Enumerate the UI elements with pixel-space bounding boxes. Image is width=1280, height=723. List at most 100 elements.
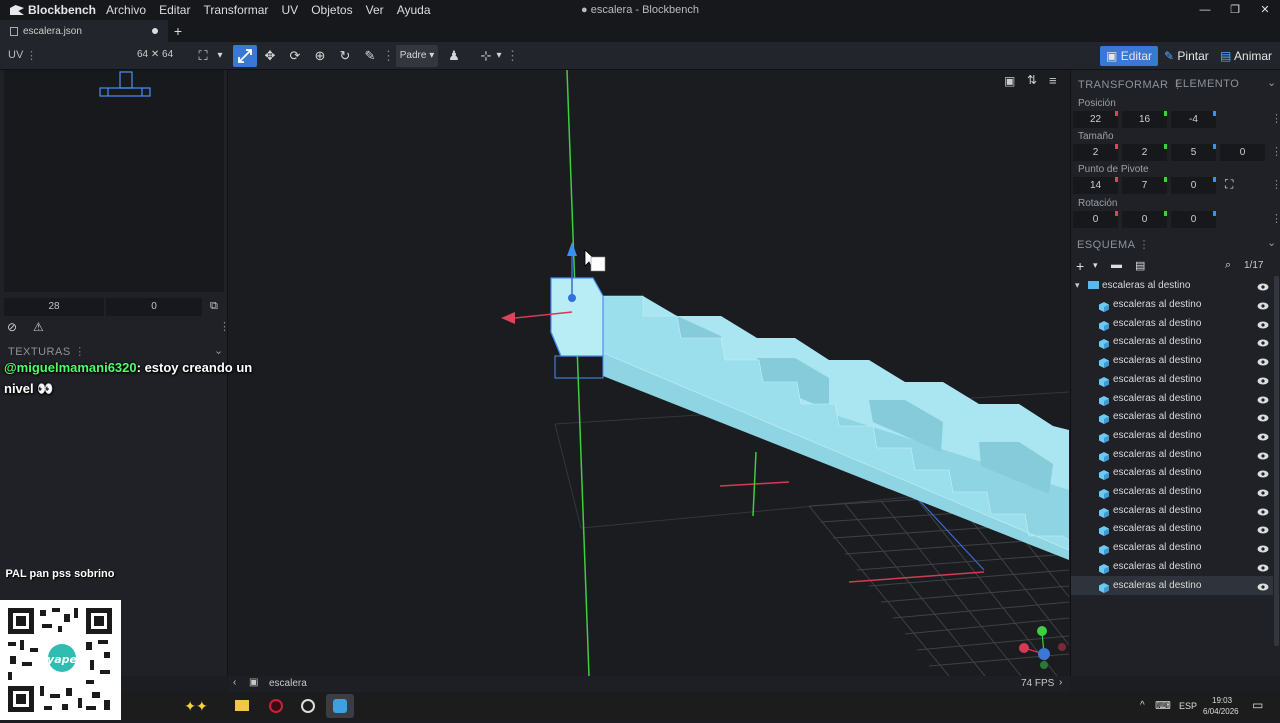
new-tab-button[interactable]: +	[170, 22, 186, 40]
gizmo-center-icon[interactable]	[568, 294, 576, 302]
status-back-icon[interactable]: ‹	[233, 677, 236, 688]
rotation-y-field[interactable]: 0	[1122, 211, 1167, 228]
eye-icon[interactable]	[1257, 449, 1269, 460]
3d-viewport[interactable]: ▣ ⇅ ≡	[229, 70, 1069, 676]
tray-chevron-icon[interactable]: ^	[1140, 700, 1145, 711]
textures-collapse-icon[interactable]: ⌄	[214, 344, 223, 357]
rotation-menu-icon[interactable]: ⋮	[1271, 212, 1280, 225]
eye-icon[interactable]	[1257, 374, 1269, 385]
tab-escalera[interactable]: escalera.json	[0, 20, 168, 42]
eye-icon[interactable]	[1257, 355, 1269, 366]
clock-date[interactable]: 6/04/2026	[1203, 707, 1239, 716]
pivot-menu-icon[interactable]: ⋮	[1271, 178, 1280, 191]
eye-icon[interactable]	[1257, 430, 1269, 441]
gizmo-x-arrow-icon[interactable]	[501, 312, 515, 324]
outliner-item[interactable]: escaleras al destino	[1071, 501, 1273, 520]
outliner-item[interactable]: escaleras al destino	[1071, 482, 1273, 501]
brush-tool-icon[interactable]: ✎	[360, 45, 380, 67]
pivot-tool-icon[interactable]: ⊕	[310, 45, 330, 67]
pivot-mode-select[interactable]: Padre ▾	[396, 45, 438, 67]
menu-ayuda[interactable]: Ayuda	[397, 3, 431, 17]
translate-tool-icon[interactable]: ✥	[260, 45, 280, 67]
eye-icon[interactable]	[1257, 580, 1269, 590]
size-menu-icon[interactable]: ⋮	[1271, 145, 1280, 158]
warning-icon[interactable]: ⚠	[33, 320, 44, 334]
group-chevron-icon[interactable]: ▾	[1075, 276, 1080, 295]
file-explorer-icon[interactable]	[228, 694, 256, 718]
transform-collapse-icon[interactable]: ⌄	[1267, 76, 1276, 89]
outliner-collapse-icon[interactable]: ⌄	[1267, 236, 1276, 249]
outliner-item[interactable]: escaleras al destino	[1071, 332, 1273, 351]
menu-transformar[interactable]: Transformar	[204, 3, 269, 17]
eye-icon[interactable]	[1257, 486, 1269, 497]
eye-icon[interactable]	[1257, 318, 1269, 329]
align-icon[interactable]: ⊹	[476, 45, 496, 67]
resize-tool-icon[interactable]: ⟳	[285, 45, 305, 67]
size-y-field[interactable]: 2	[1122, 144, 1167, 161]
toolbar-menu-icon[interactable]: ⋮	[506, 45, 519, 67]
obs-icon[interactable]	[294, 694, 322, 718]
unsaved-dot-icon[interactable]	[152, 28, 158, 34]
element-tab[interactable]: ELEMENTO	[1175, 78, 1239, 90]
keyboard-icon[interactable]: ⌨	[1155, 699, 1171, 712]
mode-pintar[interactable]: ✎ Pintar	[1158, 46, 1215, 66]
position-x-field[interactable]: 22	[1073, 111, 1118, 128]
search-icon[interactable]: ⌕	[1225, 259, 1231, 272]
player-icon[interactable]: ♟	[444, 45, 464, 67]
menu-objetos[interactable]: Objetos	[311, 3, 352, 17]
add-icon[interactable]: +	[1076, 258, 1084, 274]
tools-menu-icon[interactable]: ⋮	[382, 45, 395, 67]
status-forward-icon[interactable]: ›	[1059, 677, 1062, 688]
uv-editor[interactable]	[4, 70, 224, 292]
menu-ver[interactable]: Ver	[366, 3, 384, 17]
center-pivot-icon[interactable]: ⛶	[1225, 177, 1233, 192]
maximize-button[interactable]: ❐	[1220, 0, 1250, 20]
outliner-item[interactable]: escaleras al destino	[1071, 295, 1273, 314]
eye-icon[interactable]	[1257, 299, 1269, 310]
outliner-item[interactable]: escaleras al destino	[1071, 351, 1273, 370]
position-y-field[interactable]: 16	[1122, 111, 1167, 128]
recorder-icon[interactable]	[262, 694, 290, 718]
eye-icon[interactable]	[1257, 336, 1269, 347]
uv-y-field[interactable]: 0	[106, 298, 202, 316]
link-icon[interactable]: ⊘	[7, 320, 17, 334]
eye-icon[interactable]	[1257, 411, 1269, 422]
collapse-all-icon[interactable]: ▤	[1135, 259, 1145, 272]
align-chevron-icon[interactable]: ▾	[494, 45, 504, 67]
outliner-item[interactable]: escaleras al destino	[1071, 557, 1273, 576]
position-menu-icon[interactable]: ⋮	[1271, 112, 1280, 125]
eye-icon[interactable]	[1257, 523, 1269, 534]
menu-editar[interactable]: Editar	[159, 3, 190, 17]
notifications-icon[interactable]: ▭	[1252, 698, 1263, 712]
size-z-field[interactable]: 5	[1171, 144, 1216, 161]
outliner-item[interactable]: escaleras al destino	[1071, 426, 1273, 445]
transform-tab[interactable]: TRANSFORMAR ⋮	[1078, 78, 1184, 91]
eye-icon[interactable]	[1257, 542, 1269, 553]
outliner-item[interactable]: escaleras al destino	[1071, 445, 1273, 464]
blockbench-task-icon[interactable]	[326, 694, 354, 718]
selected-cube[interactable]	[550, 277, 604, 357]
pivot-y-field[interactable]: 7	[1122, 177, 1167, 194]
rotation-x-field[interactable]: 0	[1073, 211, 1118, 228]
rotation-z-field[interactable]: 0	[1171, 211, 1216, 228]
outliner-item[interactable]: escaleras al destino	[1071, 575, 1273, 595]
eye-icon[interactable]	[1257, 393, 1269, 403]
minimize-button[interactable]: —	[1190, 0, 1220, 20]
gizmo-z-arrow-icon[interactable]	[567, 242, 577, 256]
rotate-tool-icon[interactable]: ↻	[335, 45, 355, 67]
viewport-menu-icon[interactable]: ≡	[1049, 73, 1057, 88]
outliner-item[interactable]: escaleras al destino	[1071, 370, 1273, 389]
outliner-item[interactable]: escaleras al destino	[1071, 538, 1273, 557]
eye-icon[interactable]	[1257, 467, 1269, 478]
chevron-down-icon[interactable]: ▾	[213, 45, 227, 67]
outliner-group[interactable]: ▾ escaleras al destino	[1071, 276, 1273, 295]
add-group-icon[interactable]: ▬	[1111, 259, 1122, 271]
menu-uv[interactable]: UV	[281, 3, 298, 17]
screenshot-icon[interactable]: ▣	[1004, 74, 1015, 88]
outliner-item[interactable]: escaleras al destino	[1071, 389, 1273, 408]
uv-size[interactable]: 64 ✕ 64	[137, 49, 173, 60]
eye-icon[interactable]	[1257, 505, 1269, 516]
uv-menu-dots-icon[interactable]: ⋮	[26, 49, 37, 62]
copy-icon[interactable]: ⧉	[210, 300, 218, 313]
add-chevron-icon[interactable]: ▾	[1093, 260, 1098, 271]
